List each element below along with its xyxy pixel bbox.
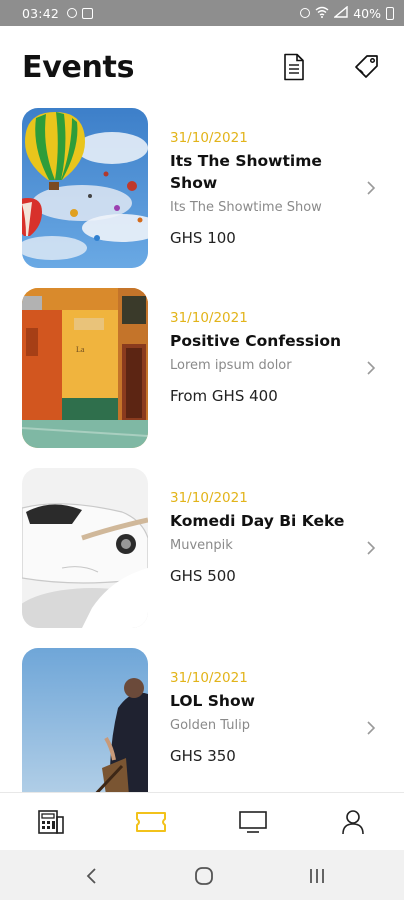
event-date: 31/10/2021 bbox=[170, 490, 248, 506]
event-title: Komedi Day Bi Keke bbox=[170, 510, 350, 532]
event-thumbnail-guitarist bbox=[22, 648, 148, 792]
ticket-icon[interactable] bbox=[134, 805, 168, 839]
event-venue: Muvenpik bbox=[170, 538, 233, 553]
alarm-icon bbox=[300, 8, 311, 18]
document-icon[interactable] bbox=[279, 52, 309, 82]
status-notification-icons bbox=[67, 7, 94, 19]
event-info: 31/10/2021 LOL Show Golden Tulip GHS 350 bbox=[170, 670, 350, 765]
back-icon[interactable] bbox=[78, 862, 106, 890]
calendar-icon[interactable] bbox=[34, 805, 68, 839]
event-title-line: LOL Show bbox=[170, 692, 255, 710]
event-title-line: Its The Showtime bbox=[170, 152, 322, 170]
home-icon[interactable] bbox=[190, 862, 218, 890]
event-title-line: Show bbox=[170, 174, 218, 192]
wifi-icon bbox=[315, 6, 329, 21]
event-card[interactable]: 31/10/2021 LOL Show Golden Tulip GHS 350 bbox=[0, 648, 404, 792]
event-price: From GHS 400 bbox=[170, 387, 278, 405]
event-title: Its The Showtime Show bbox=[170, 150, 350, 194]
event-title: LOL Show bbox=[170, 690, 350, 712]
signal-icon bbox=[333, 5, 348, 21]
svg-text:La: La bbox=[76, 345, 85, 354]
event-date: 31/10/2021 bbox=[170, 670, 248, 686]
event-venue: Lorem ipsum dolor bbox=[170, 358, 292, 373]
page-title: Events bbox=[22, 50, 135, 85]
status-bar: 03:42 40% bbox=[0, 0, 404, 26]
event-price: GHS 350 bbox=[170, 747, 236, 765]
event-date: 31/10/2021 bbox=[170, 310, 248, 326]
event-thumbnail-street: La bbox=[22, 288, 148, 448]
event-title: Positive Confession bbox=[170, 330, 350, 352]
battery-icon bbox=[386, 6, 394, 20]
tv-icon[interactable] bbox=[236, 805, 270, 839]
chevron-right-icon[interactable] bbox=[364, 180, 378, 196]
event-price: GHS 100 bbox=[170, 229, 236, 247]
event-card[interactable]: 31/10/2021 Its The Showtime Show Its The… bbox=[0, 108, 404, 268]
event-venue: Golden Tulip bbox=[170, 718, 250, 733]
event-info: 31/10/2021 Komedi Day Bi Keke Muvenpik G… bbox=[170, 490, 350, 585]
system-navigation bbox=[0, 850, 404, 900]
header: Events bbox=[0, 26, 404, 108]
chevron-right-icon[interactable] bbox=[364, 720, 378, 736]
event-thumbnail-car bbox=[22, 468, 148, 628]
chevron-right-icon[interactable] bbox=[364, 540, 378, 556]
event-date: 31/10/2021 bbox=[170, 130, 248, 146]
tag-icon[interactable] bbox=[352, 52, 382, 82]
event-title-line: Positive Confession bbox=[170, 332, 342, 350]
gallery-notification-icon bbox=[82, 7, 94, 19]
battery-percent: 40% bbox=[353, 5, 381, 21]
bottom-navigation bbox=[0, 792, 404, 850]
event-info: 31/10/2021 Positive Confession Lorem ips… bbox=[170, 310, 350, 405]
notification-icon bbox=[67, 8, 78, 18]
event-title-line: Komedi Day Bi Keke bbox=[170, 512, 345, 530]
status-system-icons: 40% bbox=[300, 5, 394, 21]
event-price: GHS 500 bbox=[170, 567, 236, 585]
recents-icon[interactable] bbox=[303, 862, 331, 890]
event-info: 31/10/2021 Its The Showtime Show Its The… bbox=[170, 130, 350, 247]
event-list[interactable]: 31/10/2021 Its The Showtime Show Its The… bbox=[0, 108, 404, 792]
event-card[interactable]: 31/10/2021 Komedi Day Bi Keke Muvenpik G… bbox=[0, 468, 404, 628]
event-card[interactable]: La 31/10/2021 Positive Confession Lorem … bbox=[0, 288, 404, 448]
profile-icon[interactable] bbox=[336, 805, 370, 839]
event-thumbnail-hot-air-balloons bbox=[22, 108, 148, 268]
status-time: 03:42 bbox=[22, 5, 60, 21]
chevron-right-icon[interactable] bbox=[364, 360, 378, 376]
event-venue: Its The Showtime Show bbox=[170, 200, 322, 215]
